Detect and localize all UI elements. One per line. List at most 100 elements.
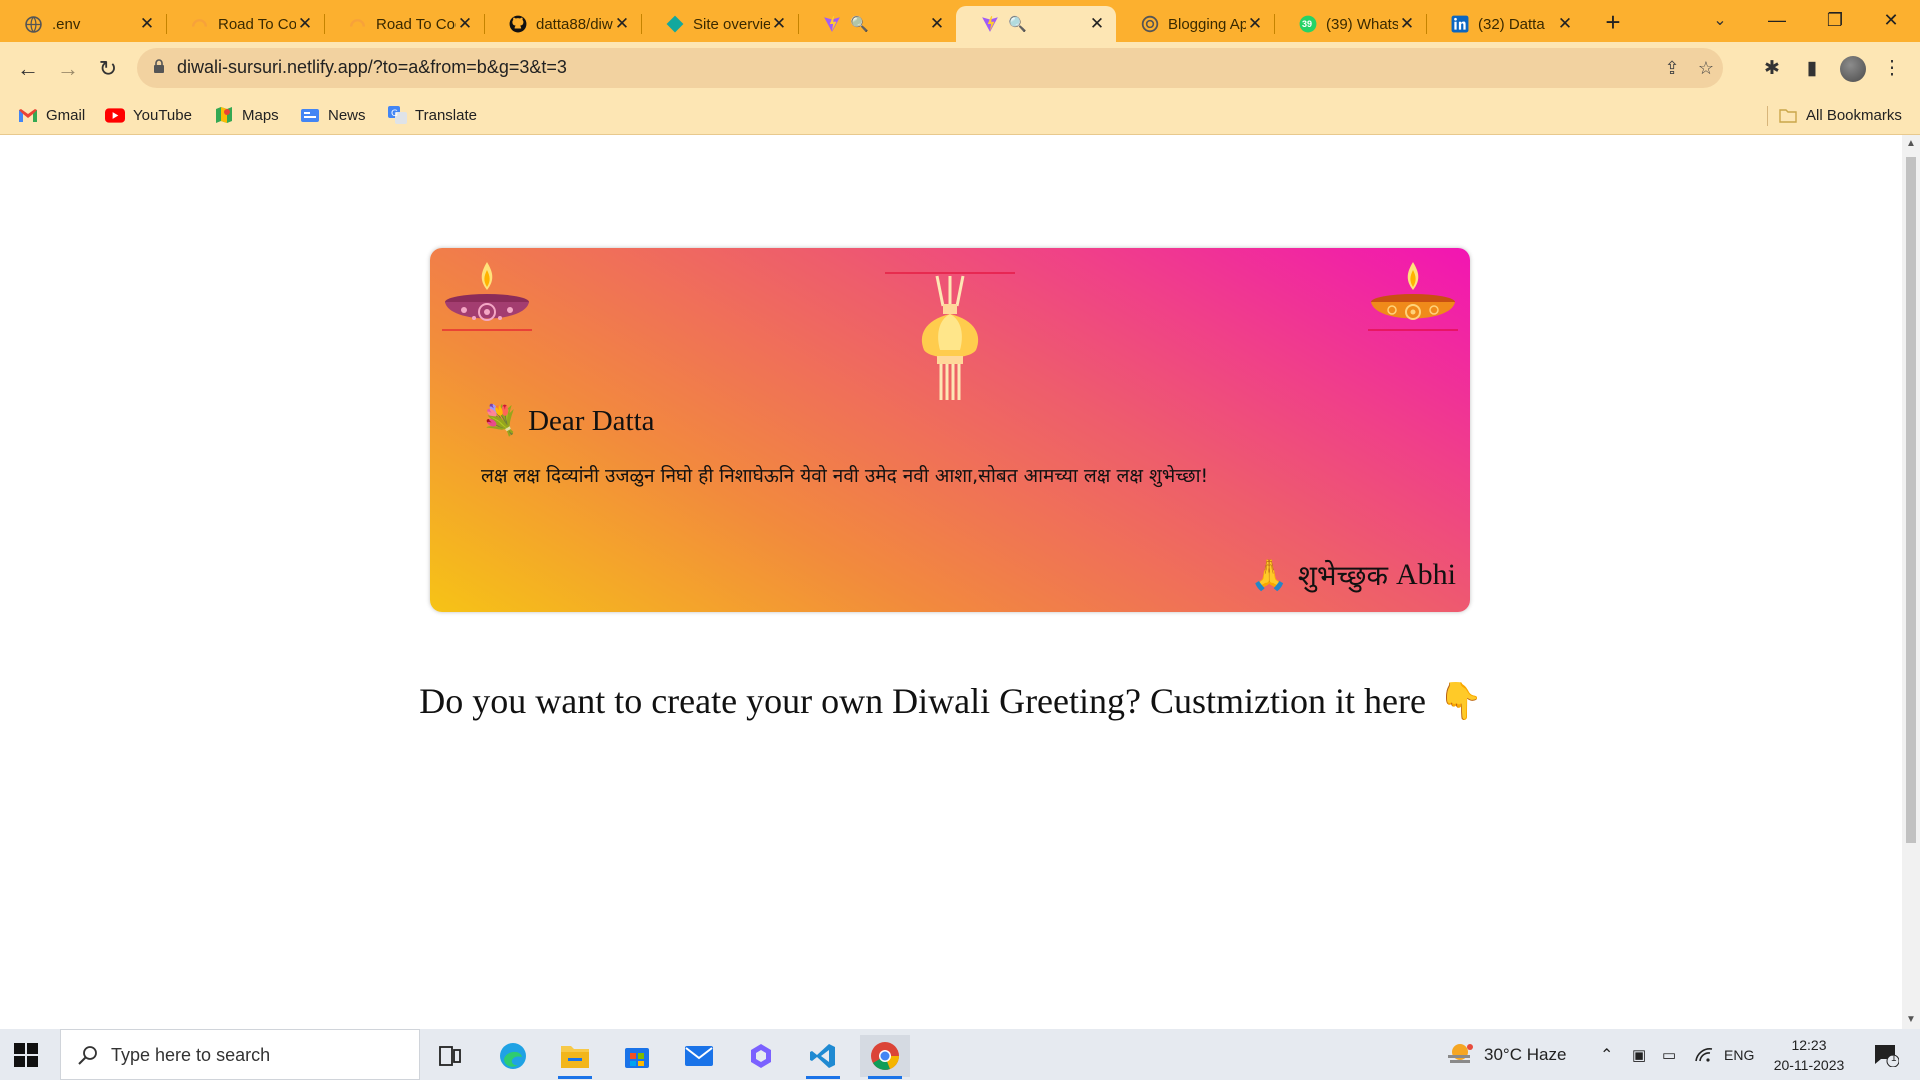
tab-search-button[interactable]: ⌄ — [1706, 8, 1734, 34]
weather-widget[interactable]: 30°C Haze — [1446, 1029, 1566, 1080]
edge-icon[interactable] — [488, 1035, 538, 1077]
tab-github[interactable]: datta88/diwali ✕ — [484, 6, 641, 42]
extensions-icon[interactable]: ✱ — [1758, 55, 1786, 83]
notification-center[interactable]: 1 — [1866, 1029, 1906, 1080]
microsoft-store-icon[interactable] — [612, 1035, 662, 1077]
close-icon[interactable]: ✕ — [1556, 14, 1574, 34]
tab-title: Site overview — [693, 15, 770, 33]
bookmark-youtube[interactable]: YouTube — [105, 105, 192, 125]
reload-button[interactable]: ↻ — [94, 55, 122, 83]
chrome-icon[interactable] — [860, 1035, 910, 1079]
tab-env[interactable]: .env ✕ — [0, 6, 166, 42]
scroll-thumb[interactable] — [1906, 157, 1916, 843]
side-panel-icon[interactable]: ▮ — [1798, 55, 1826, 83]
share-icon[interactable]: ⇪ — [1661, 57, 1683, 79]
vscode-icon[interactable] — [798, 1035, 848, 1079]
gmail-icon — [18, 107, 38, 123]
close-icon[interactable]: ✕ — [928, 14, 946, 34]
task-view-icon[interactable] — [425, 1035, 475, 1077]
tab-vite-search-active[interactable]: 🔍 ✕ — [956, 6, 1116, 42]
youtube-icon — [105, 107, 125, 123]
menu-icon[interactable]: ⋮ — [1878, 55, 1906, 83]
address-bar[interactable]: diwali-sursuri.netlify.app/?to=a&from=b&… — [137, 48, 1723, 88]
weather-text: 30°C Haze — [1484, 1044, 1567, 1064]
notification-count: 1 — [1891, 1053, 1897, 1064]
bouquet-icon: 💐 — [482, 405, 519, 437]
language-indicator[interactable]: ENG — [1724, 1029, 1754, 1080]
close-icon[interactable]: ✕ — [1088, 14, 1106, 34]
close-icon[interactable]: ✕ — [1246, 14, 1264, 34]
tab-site-overview[interactable]: Site overview ✕ — [641, 6, 798, 42]
close-icon[interactable]: ✕ — [296, 14, 314, 34]
globe-icon — [24, 15, 43, 34]
close-window-button[interactable]: ✕ — [1862, 0, 1920, 40]
close-icon[interactable]: ✕ — [613, 14, 631, 34]
file-explorer-icon[interactable] — [550, 1035, 600, 1079]
greeting-recipient-line: 💐 Dear Datta — [482, 404, 655, 438]
back-button[interactable]: ← — [14, 55, 42, 83]
tab-title: Road To Code — [376, 15, 456, 33]
close-icon[interactable]: ✕ — [456, 14, 474, 34]
close-icon[interactable]: ✕ — [1398, 14, 1416, 34]
bookmarks-bar: Gmail YouTube Maps News G Translate All … — [0, 96, 1920, 135]
bookmark-maps[interactable]: Maps — [214, 105, 279, 125]
recipient-name: Dear Datta — [528, 404, 655, 437]
greeting-card: 💐 Dear Datta लक्ष लक्ष दिव्यांनी उजळुन न… — [430, 248, 1470, 612]
bookmark-translate[interactable]: G Translate — [387, 105, 477, 125]
tab-whatsapp[interactable]: 39 (39) WhatsApp ✕ — [1274, 6, 1426, 42]
new-tab-button[interactable]: + — [1596, 7, 1630, 37]
openai-icon — [1140, 15, 1159, 34]
minimize-button[interactable]: — — [1748, 0, 1806, 40]
netlify-icon — [190, 15, 209, 34]
page-scrollbar[interactable]: ▲ ▼ — [1902, 135, 1920, 1029]
bookmark-label: Maps — [242, 106, 279, 124]
taskbar-clock[interactable]: 12:23 20-11-2023 — [1764, 1035, 1854, 1075]
tab-title: 🔍 — [850, 16, 869, 33]
bookmark-gmail[interactable]: Gmail — [18, 105, 85, 125]
all-bookmarks[interactable]: All Bookmarks — [1778, 105, 1902, 125]
tab-title: .env — [52, 15, 81, 33]
diya-left-icon — [442, 262, 532, 331]
tab-title: (39) WhatsApp — [1326, 15, 1398, 33]
wifi-icon[interactable] — [1694, 1029, 1714, 1080]
taskbar-search[interactable]: Type here to search — [60, 1029, 420, 1080]
tab-vite-search-1[interactable]: 🔍 ✕ — [798, 6, 956, 42]
vite-icon — [822, 15, 841, 34]
mail-icon[interactable] — [674, 1035, 724, 1077]
tab-linkedin[interactable]: (32) Datta ✕ — [1426, 6, 1584, 42]
close-icon[interactable]: ✕ — [770, 14, 788, 34]
pointing-down-icon[interactable]: 👇 — [1438, 680, 1483, 722]
battery-icon[interactable]: ▭ — [1662, 1029, 1676, 1080]
tab-road-to-code-2[interactable]: Road To Code ✕ — [324, 6, 484, 42]
browser-toolbar: ← → ↻ diwali-sursuri.netlify.app/?to=a&f… — [0, 42, 1920, 96]
windows-taskbar: Type here to search 30°C Haze ⌃ ▣ ▭ ENG … — [0, 1029, 1920, 1080]
bookmark-star-icon[interactable]: ☆ — [1695, 57, 1717, 79]
tab-title: datta88/diwali — [536, 15, 613, 33]
scroll-up-icon[interactable]: ▲ — [1906, 139, 1916, 149]
tab-title: Road To Code — [218, 15, 296, 33]
cta-text: Do you want to create your own Diwali Gr… — [419, 681, 1426, 721]
show-hidden-icons[interactable]: ⌃ — [1600, 1029, 1613, 1080]
restore-button[interactable]: ❐ — [1806, 0, 1864, 40]
pray-icon: 🙏 — [1250, 558, 1288, 592]
tab-road-to-code-1[interactable]: Road To Code ✕ — [166, 6, 324, 42]
diya-right-icon — [1368, 262, 1458, 331]
close-icon[interactable]: ✕ — [138, 14, 156, 34]
netlify-icon — [348, 15, 367, 34]
bookmark-label: All Bookmarks — [1806, 106, 1902, 124]
lock-icon[interactable] — [153, 59, 165, 73]
bookmark-news[interactable]: News — [300, 105, 366, 125]
vite-icon — [980, 15, 999, 34]
copilot-icon[interactable] — [736, 1035, 786, 1077]
forward-button[interactable]: → — [54, 55, 82, 83]
greeting-message: लक्ष लक्ष दिव्यांनी उजळुन निघो ही निशाघे… — [481, 465, 1209, 487]
profile-avatar[interactable] — [1840, 56, 1866, 82]
sender-name: Abhi — [1396, 558, 1456, 591]
device-icon[interactable]: ▣ — [1632, 1029, 1646, 1080]
scroll-down-icon[interactable]: ▼ — [1906, 1015, 1916, 1025]
bookmark-label: Gmail — [46, 106, 86, 124]
bookmark-label: YouTube — [133, 106, 192, 124]
tab-blogging-app[interactable]: Blogging App ✕ — [1116, 6, 1274, 42]
windows-start-icon[interactable] — [14, 1043, 38, 1067]
netlify-diamond-icon — [665, 15, 684, 34]
